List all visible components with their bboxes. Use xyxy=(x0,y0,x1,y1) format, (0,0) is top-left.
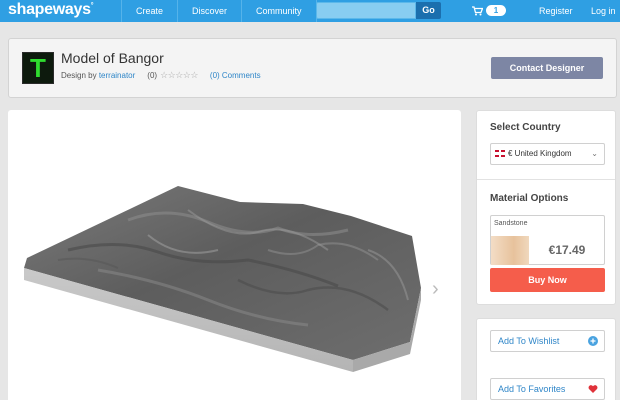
comments-link[interactable]: (0) Comments xyxy=(210,71,261,80)
divider xyxy=(477,179,615,180)
add-to-favorites-button[interactable]: Add To Favorites xyxy=(490,378,605,400)
terrain-model-image xyxy=(24,186,421,372)
cart-icon xyxy=(472,5,483,15)
avatar-letter: T xyxy=(30,53,46,83)
material-swatch xyxy=(491,236,529,265)
register-link[interactable]: Register xyxy=(539,0,573,22)
designer-link[interactable]: terrainator xyxy=(99,71,135,80)
star-rating[interactable]: ☆☆☆☆☆ xyxy=(160,70,198,81)
plus-circle-icon xyxy=(588,336,598,346)
uk-flag-icon xyxy=(495,150,505,157)
shapeways-logo[interactable]: shapeways° xyxy=(8,1,93,19)
product-header: T Model of Bangor Design by terrainator … xyxy=(8,38,617,98)
main-nav: Create Discover Community xyxy=(121,0,317,22)
wishlist-label: Add To Wishlist xyxy=(498,336,560,346)
heart-icon xyxy=(588,385,598,393)
login-link[interactable]: Log in xyxy=(591,0,616,22)
select-country-title: Select Country xyxy=(490,122,561,133)
buy-now-button[interactable]: Buy Now xyxy=(490,268,605,292)
product-image-viewer[interactable]: › xyxy=(8,110,461,400)
page-title: Model of Bangor xyxy=(61,50,164,66)
next-image-arrow[interactable]: › xyxy=(432,278,439,301)
top-navigation-bar: shapeways° Create Discover Community Go … xyxy=(0,0,620,22)
add-to-wishlist-button[interactable]: Add To Wishlist xyxy=(490,330,605,352)
cart-button[interactable]: 1 xyxy=(472,4,506,17)
chevron-down-icon: ⌄ xyxy=(591,149,598,158)
search-input[interactable] xyxy=(316,2,416,19)
cart-count-badge: 1 xyxy=(486,5,506,16)
country-value: € United Kingdom xyxy=(508,149,572,158)
search-go-button[interactable]: Go xyxy=(416,2,441,19)
nav-community[interactable]: Community xyxy=(241,0,317,22)
material-option-sandstone[interactable]: Sandstone €17.49 xyxy=(490,215,605,265)
material-options-title: Material Options xyxy=(490,193,569,204)
product-meta: Design by terrainator (0) ☆☆☆☆☆ (0) Comm… xyxy=(61,70,261,81)
material-name: Sandstone xyxy=(494,220,528,227)
country-select[interactable]: € United Kingdom ⌄ xyxy=(490,143,605,165)
rating-count: (0) xyxy=(147,71,158,80)
design-by-label: Design by xyxy=(61,71,97,80)
actions-panel: Add To Wishlist Add To Favorites xyxy=(476,318,616,400)
purchase-panel: Select Country € United Kingdom ⌄ Materi… xyxy=(476,110,616,305)
contact-designer-button[interactable]: Contact Designer xyxy=(491,57,603,79)
nav-create[interactable]: Create xyxy=(121,0,177,22)
favorites-label: Add To Favorites xyxy=(498,384,566,394)
material-price: €17.49 xyxy=(548,243,586,257)
designer-avatar[interactable]: T xyxy=(22,52,54,84)
nav-discover[interactable]: Discover xyxy=(177,0,241,22)
